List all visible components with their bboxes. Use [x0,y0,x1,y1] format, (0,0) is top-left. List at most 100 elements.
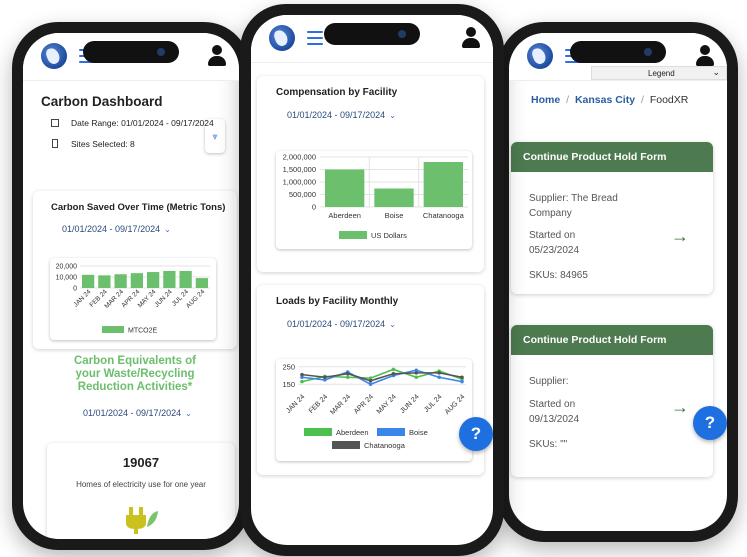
breadcrumb: Home / Kansas City / FoodXR [531,94,688,106]
compensation-card-title: Compensation by Facility [276,87,398,98]
x-tick-label: APR 24 [353,393,375,415]
app-logo-icon[interactable] [527,43,553,69]
data-point [437,371,441,375]
right-phone: Legend ⌄ Home / Kansas City / FoodXR Con… [498,22,738,542]
carbon-date-range[interactable]: 01/01/2024 - 09/17/2024 ⌄ [62,224,171,234]
equivalents-title: Carbon Equivalents of your Waste/Recycli… [73,355,197,393]
equivalents-date-range[interactable]: 01/01/2024 - 09/17/2024 ⌄ [83,408,192,418]
y-tick-label: 2,000,000 [283,153,316,162]
data-point [414,375,419,380]
stage: Carbon Dashboard Date Range: 01/01/2024 … [0,0,747,557]
legend-label: Boise [409,428,428,437]
equivalent-stat-card: 19067 Homes of electricity use for one y… [47,443,235,539]
legend-label: MTCO2E [128,328,158,335]
hold-supplier: Supplier: [529,376,569,387]
x-tick-label: JUN 24 [399,393,421,415]
chevron-down-icon: ⌄ [185,409,192,418]
legend-swatch [102,326,124,333]
y-tick-label: 1,500,000 [283,165,316,174]
data-point [391,371,396,376]
data-point [300,379,304,384]
y-tick-label: 250 [282,362,295,371]
legend-dropdown[interactable]: Legend ⌄ [591,66,727,80]
phone-notch [83,41,179,63]
chevron-down-icon: ⌄ [389,320,396,329]
legend-swatch [339,231,367,239]
data-point [368,378,373,383]
x-tick-label: FEB 24 [308,393,330,415]
hold-supplier: Supplier: The Bread Company [529,193,618,219]
x-tick-label: MAR 24 [329,393,352,416]
carbon-card-title: Carbon Saved Over Time (Metric Tons) [51,202,226,213]
loads-date-range[interactable]: 01/01/2024 - 09/17/2024 ⌄ [287,319,396,329]
user-profile-icon[interactable] [461,27,481,49]
user-profile-icon[interactable] [695,45,715,67]
hold-started-label: Started on [529,399,576,410]
carbon-range-label: 01/01/2024 - 09/17/2024 [62,224,161,234]
y-tick-label: 20,000 [56,264,78,271]
hold-started-label: Started on [529,230,576,241]
x-tick-label: Boise [385,211,404,220]
legend-swatch [332,441,360,449]
y-tick-label: 0 [312,203,316,212]
bar [114,274,127,288]
x-tick-label: Aberdeen [328,211,361,220]
bar [98,275,111,288]
breadcrumb-home[interactable]: Home [531,94,560,106]
data-point [345,371,350,376]
x-tick-label: AUG 24 [444,393,467,416]
loads-card-title: Loads by Facility Monthly [276,296,399,307]
breadcrumb-separator: / [566,94,570,106]
legend-label: Chatanooga [364,441,406,450]
carbon-saved-card: Carbon Saved Over Time (Metric Tons) 01/… [33,191,237,349]
hold-skus: SKUs: 84965 [529,270,588,281]
data-point [345,375,350,380]
hold-started-date: 05/23/2024 [529,245,580,256]
hold-card-title: Continue Product Hold Form [511,325,713,355]
phone-notch [570,41,666,63]
hamburger-menu-icon[interactable] [307,31,323,45]
phone-notch [324,23,420,45]
bar [163,270,176,288]
compensation-date-range[interactable]: 01/01/2024 - 09/17/2024 ⌄ [287,110,396,120]
bar [423,162,463,207]
x-tick-label: MAY 24 [376,393,398,415]
y-tick-label: 1,000,000 [283,178,316,187]
breadcrumb-current: FoodXR [649,94,689,106]
date-range-label: Date Range: 01/01/2024 - 09/17/2024 [71,118,214,128]
y-tick-label: 150 [282,380,295,389]
y-tick-label: 10,000 [56,275,78,282]
compensation-range-label: 01/01/2024 - 09/17/2024 [287,110,386,120]
breadcrumb-kansas-city[interactable]: Kansas City [575,94,635,106]
product-hold-card[interactable]: Continue Product Hold Form Supplier: The… [511,142,713,294]
help-button[interactable]: ? [693,406,727,440]
breadcrumb-separator: / [640,94,644,106]
loads-chart: 250 150 JAN 24 FEB 24 MAR 24 APR 24 MAY 24 JUN … [276,359,472,461]
user-profile-icon[interactable] [207,45,227,67]
app-logo-icon[interactable] [41,43,67,69]
carbon-chart: 20,000 10,000 0 JAN 24 FEB 24 MAR 24 APR 24 MAY… [50,258,216,340]
data-point [460,375,464,380]
compensation-chart: 2,000,000 1,500,000 1,000,000 500,000 0 Aberd… [276,151,472,249]
data-point [414,371,419,375]
arrow-right-icon[interactable]: → [671,226,689,247]
x-tick-label: JAN 24 [285,393,306,414]
stat-label: Homes of electricity use for one year [76,480,206,489]
app-logo-icon[interactable] [269,25,295,51]
product-hold-card[interactable]: Continue Product Hold Form Supplier: Sta… [511,325,713,477]
calendar-icon [51,119,59,127]
data-point [300,372,304,377]
compensation-chart-svg: 2,000,000 1,500,000 1,000,000 500,000 0 Aberd… [283,153,468,240]
electric-plug-icon [126,507,158,534]
bar [325,169,365,207]
arrow-right-icon[interactable]: → [671,397,689,418]
help-button[interactable]: ? [459,417,493,451]
loads-range-label: 01/01/2024 - 09/17/2024 [287,319,386,329]
data-point [460,379,464,384]
legend-label: Aberdeen [336,428,369,437]
middle-phone: Compensation by Facility 01/01/2024 - 09… [240,4,504,556]
filter-button[interactable]: ⩔ [205,119,225,153]
equivalents-range-label: 01/01/2024 - 09/17/2024 [83,408,182,418]
x-tick-label: JUL 24 [423,393,444,414]
hold-skus: SKUs: "" [529,439,568,450]
